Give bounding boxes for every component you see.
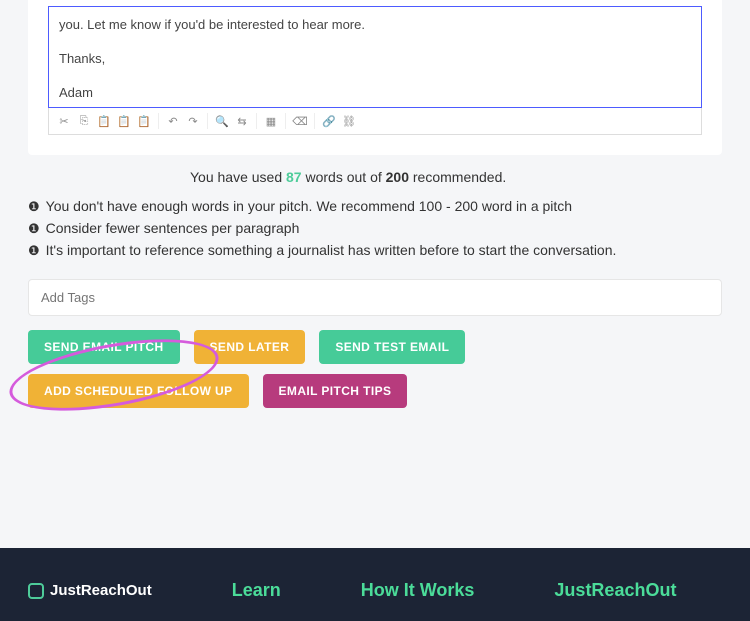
separator: [158, 113, 159, 129]
link-icon[interactable]: 🔗: [320, 112, 338, 130]
unlink-icon[interactable]: ⛓: [340, 112, 358, 130]
tip-item: ❶ It's important to reference something …: [28, 239, 722, 261]
wc-mid: words out of: [302, 169, 386, 185]
separator: [285, 113, 286, 129]
tip-item: ❶ Consider fewer sentences per paragraph: [28, 217, 722, 239]
info-icon: ❶: [28, 240, 40, 262]
separator: [207, 113, 208, 129]
add-scheduled-follow-up-button[interactable]: Add Scheduled Follow Up: [28, 374, 249, 408]
undo-icon[interactable]: ↶: [164, 112, 182, 130]
editor-line: Adam: [59, 83, 691, 103]
paste-word-icon[interactable]: 📋: [135, 112, 153, 130]
editor-line: you. Let me know if you'd be interested …: [59, 15, 691, 35]
wc-used: 87: [286, 169, 302, 185]
send-later-button[interactable]: Send Later: [194, 330, 306, 364]
pitch-textarea[interactable]: you. Let me know if you'd be interested …: [48, 6, 702, 108]
brand-logo[interactable]: JustReachOut: [28, 582, 152, 599]
cut-icon[interactable]: ✂: [55, 112, 73, 130]
footer-link-learn[interactable]: Learn: [232, 580, 281, 601]
footer: JustReachOut Learn How It Works JustReac…: [0, 548, 750, 621]
find-icon[interactable]: 🔍: [213, 112, 231, 130]
paste-plain-icon[interactable]: 📋: [115, 112, 133, 130]
send-email-pitch-button[interactable]: Send Email Pitch: [28, 330, 180, 364]
action-buttons: Send Email Pitch Send Later Send Test Em…: [28, 330, 722, 408]
copy-icon[interactable]: ⎘: [75, 112, 93, 130]
editor-card: you. Let me know if you'd be interested …: [28, 0, 722, 155]
brand-name: JustReachOut: [50, 582, 152, 599]
email-pitch-tips-button[interactable]: Email Pitch Tips: [263, 374, 408, 408]
redo-icon[interactable]: ↷: [184, 112, 202, 130]
editor-line: Thanks,: [59, 49, 691, 69]
info-icon: ❶: [28, 196, 40, 218]
footer-link-jro[interactable]: JustReachOut: [554, 580, 676, 601]
wc-max: 200: [386, 169, 409, 185]
send-test-email-button[interactable]: Send Test Email: [319, 330, 465, 364]
tag-input-wrap: [28, 279, 722, 316]
pitch-tips-list: ❶ You don't have enough words in your pi…: [28, 195, 722, 261]
info-icon: ❶: [28, 218, 40, 240]
word-count-line: You have used 87 words out of 200 recomm…: [190, 169, 750, 185]
tip-text: You don't have enough words in your pitc…: [46, 195, 572, 217]
tip-text: It's important to reference something a …: [46, 239, 617, 261]
spacer: [0, 448, 750, 548]
add-tags-input[interactable]: [28, 279, 722, 316]
footer-link-how[interactable]: How It Works: [361, 580, 475, 601]
tip-text: Consider fewer sentences per paragraph: [46, 217, 300, 239]
separator: [256, 113, 257, 129]
replace-icon[interactable]: ⇆: [233, 112, 251, 130]
separator: [314, 113, 315, 129]
removefmt-icon[interactable]: ⌫: [291, 112, 309, 130]
wc-prefix: You have used: [190, 169, 286, 185]
tip-item: ❶ You don't have enough words in your pi…: [28, 195, 722, 217]
editor-toolbar: ✂ ⎘ 📋 📋 📋 ↶ ↷ 🔍 ⇆ ▦ ⌫ 🔗 ⛓: [48, 108, 702, 135]
selectall-icon[interactable]: ▦: [262, 112, 280, 130]
wc-suffix: recommended.: [409, 169, 506, 185]
paste-icon[interactable]: 📋: [95, 112, 113, 130]
logo-mark-icon: [28, 583, 44, 599]
